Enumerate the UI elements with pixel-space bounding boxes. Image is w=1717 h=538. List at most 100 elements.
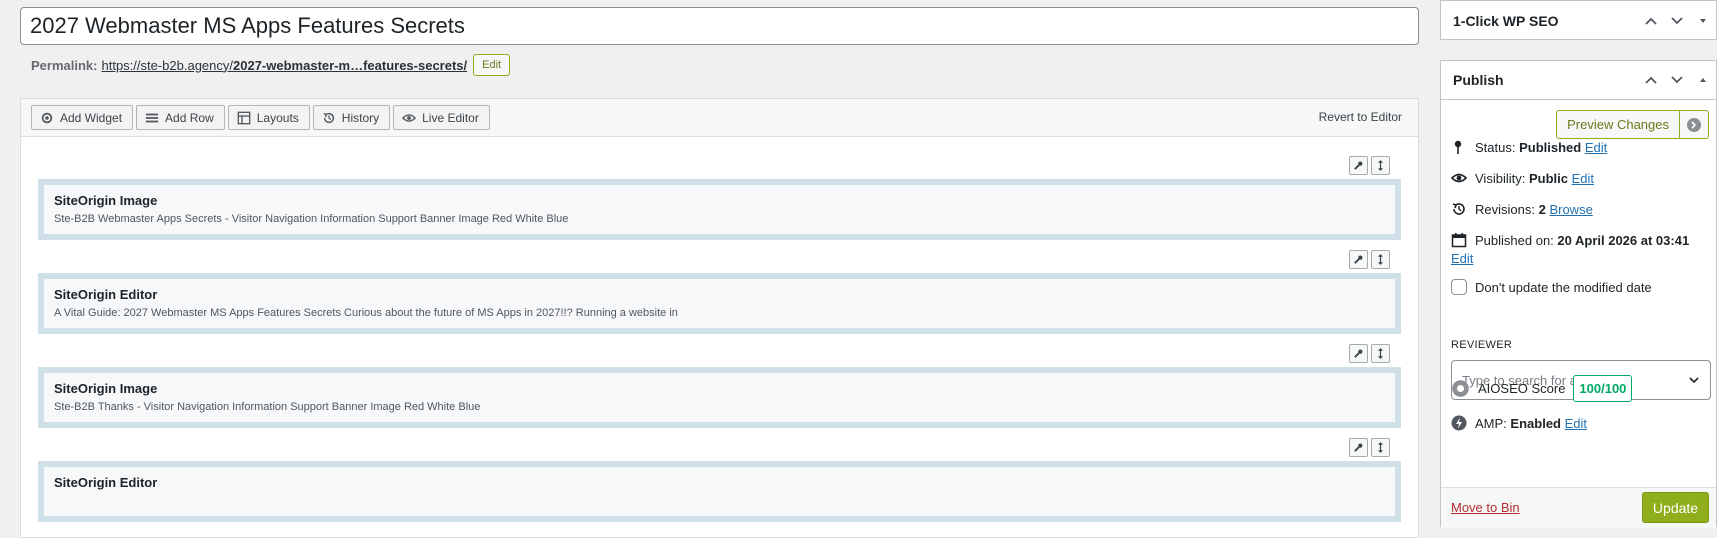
add-row-button[interactable]: Add Row	[136, 105, 225, 130]
revisions-label: Revisions:	[1475, 201, 1535, 217]
permalink-label: Permalink:	[31, 57, 98, 73]
published-edit-link[interactable]: Edit	[1451, 251, 1473, 266]
revisions-browse-link[interactable]: Browse	[1549, 202, 1592, 217]
update-button[interactable]: Update	[1642, 492, 1709, 523]
seo-box-header[interactable]: 1-Click WP SEO	[1441, 1, 1716, 41]
move-up-button[interactable]	[1638, 14, 1664, 28]
row-edit-button[interactable]	[1349, 344, 1368, 363]
move-icon	[1378, 160, 1383, 171]
seo-box-title: 1-Click WP SEO	[1453, 13, 1559, 29]
row-controls	[1349, 250, 1390, 269]
publish-box-header[interactable]: Publish	[1441, 61, 1716, 99]
widget-title: SiteOrigin Editor	[54, 287, 158, 302]
status-value: Published	[1519, 139, 1582, 155]
row-edit-button[interactable]	[1349, 438, 1368, 457]
builder-row[interactable]: SiteOrigin Image Ste-B2B Thanks - Visito…	[38, 367, 1401, 428]
history-icon	[323, 112, 334, 123]
row-move-button[interactable]	[1371, 344, 1390, 363]
preview-changes-button[interactable]: Preview Changes	[1556, 110, 1680, 139]
dont-update-row: Don't update the modified date	[1451, 279, 1652, 295]
dont-update-checkbox[interactable]	[1451, 279, 1467, 295]
move-down-button[interactable]	[1664, 14, 1690, 28]
visibility-row: Visibility: Public Edit	[1451, 170, 1594, 186]
bolt-icon	[1451, 415, 1467, 431]
published-on-row: Published on: 20 April 2026 at 03:41	[1451, 232, 1689, 248]
layout-icon	[237, 111, 251, 124]
caret-down-icon	[1700, 19, 1706, 23]
amp-label: AMP:	[1475, 415, 1507, 431]
add-widget-label: Add Widget	[60, 110, 123, 125]
toggle-panel-button[interactable]	[1690, 73, 1716, 87]
amp-edit-link[interactable]: Edit	[1565, 416, 1587, 431]
builder-row[interactable]: SiteOrigin Image Ste-B2B Webmaster Apps …	[38, 179, 1401, 240]
reviewer-label: REVIEWER	[1451, 339, 1513, 351]
permalink-edit-button[interactable]: Edit	[473, 54, 511, 76]
widget-card[interactable]: SiteOrigin Editor A Vital Guide: 2027 We…	[44, 279, 1395, 328]
eye-icon	[402, 113, 417, 122]
editor-area: Permalink: https://ste-b2b.agency/2027-w…	[20, 0, 1419, 538]
history-button[interactable]: History	[312, 105, 391, 130]
row-controls	[1349, 156, 1390, 175]
publish-box: Publish Preview Changes Status: Publishe…	[1440, 60, 1717, 528]
wrench-icon	[1354, 161, 1363, 170]
live-editor-button[interactable]: Live Editor	[393, 105, 490, 130]
pin-icon	[1454, 140, 1462, 154]
widget-card[interactable]: SiteOrigin Editor	[44, 467, 1395, 516]
widget-card[interactable]: SiteOrigin Image Ste-B2B Webmaster Apps …	[44, 185, 1395, 234]
history-label: History	[341, 110, 380, 125]
permalink-bar: Permalink: https://ste-b2b.agency/2027-w…	[31, 52, 511, 78]
aioseo-label: AIOSEO Score	[1478, 381, 1566, 396]
widget-description: Ste-B2B Thanks - Visitor Navigation Info…	[54, 401, 481, 413]
gear-icon	[41, 112, 53, 123]
chevron-up-icon	[1645, 17, 1657, 25]
visibility-edit-link[interactable]: Edit	[1572, 171, 1594, 186]
move-icon	[1378, 254, 1383, 265]
eye-icon	[1451, 173, 1467, 183]
widget-title: SiteOrigin Image	[54, 193, 158, 208]
wrench-icon	[1354, 443, 1363, 452]
move-to-bin-link[interactable]: Move to Bin	[1451, 500, 1520, 515]
published-value: 20 April 2026 at 03:41	[1557, 232, 1690, 248]
permalink-base: https://ste-b2b.agency/	[101, 57, 234, 73]
preview-group: Preview Changes	[1556, 110, 1709, 139]
page-builder: Add Widget Add Row Layouts History Live …	[20, 98, 1419, 538]
row-controls	[1349, 344, 1390, 363]
revert-to-editor-link[interactable]: Revert to Editor	[1319, 110, 1402, 124]
aioseo-row: AIOSEO Score 100/100	[1451, 375, 1633, 402]
add-widget-button[interactable]: Add Widget	[31, 105, 134, 130]
chevron-down-icon	[1671, 17, 1683, 25]
builder-row[interactable]: SiteOrigin Editor A Vital Guide: 2027 We…	[38, 273, 1401, 334]
post-title-input[interactable]	[20, 7, 1419, 45]
row-move-button[interactable]	[1371, 250, 1390, 269]
chevron-up-icon	[1645, 76, 1657, 84]
wrench-icon	[1354, 255, 1363, 264]
publish-box-title: Publish	[1453, 72, 1504, 88]
toggle-panel-button[interactable]	[1690, 14, 1716, 28]
move-icon	[1378, 348, 1383, 359]
status-label: Status:	[1475, 139, 1516, 155]
widget-title: SiteOrigin Image	[54, 381, 158, 396]
live-editor-label: Live Editor	[422, 110, 479, 125]
builder-row[interactable]: SiteOrigin Editor	[38, 461, 1401, 522]
visibility-value: Public	[1528, 170, 1568, 186]
status-edit-link[interactable]: Edit	[1585, 140, 1607, 155]
aioseo-score-badge[interactable]: 100/100	[1573, 375, 1633, 402]
revisions-row: Revisions: 2 Browse	[1451, 201, 1593, 217]
layouts-button[interactable]: Layouts	[227, 105, 310, 130]
row-edit-button[interactable]	[1349, 156, 1368, 175]
row-edit-button[interactable]	[1349, 250, 1368, 269]
move-up-button[interactable]	[1638, 73, 1664, 87]
permalink-slug: 2027-webmaster-m…features-secrets/	[233, 57, 468, 73]
widget-card[interactable]: SiteOrigin Image Ste-B2B Thanks - Visito…	[44, 373, 1395, 422]
wrench-icon	[1354, 349, 1363, 358]
amp-row: AMP: Enabled Edit	[1451, 415, 1587, 431]
seo-box-arrows	[1638, 1, 1716, 41]
builder-toolbar: Add Widget Add Row Layouts History Live …	[21, 99, 1418, 137]
row-move-button[interactable]	[1371, 156, 1390, 175]
published-label: Published on:	[1475, 232, 1554, 248]
amp-value: Enabled	[1510, 415, 1561, 431]
row-move-button[interactable]	[1371, 438, 1390, 457]
permalink-link[interactable]: https://ste-b2b.agency/2027-webmaster-m……	[101, 58, 467, 73]
move-down-button[interactable]	[1664, 73, 1690, 87]
preview-options-button[interactable]	[1680, 110, 1709, 139]
